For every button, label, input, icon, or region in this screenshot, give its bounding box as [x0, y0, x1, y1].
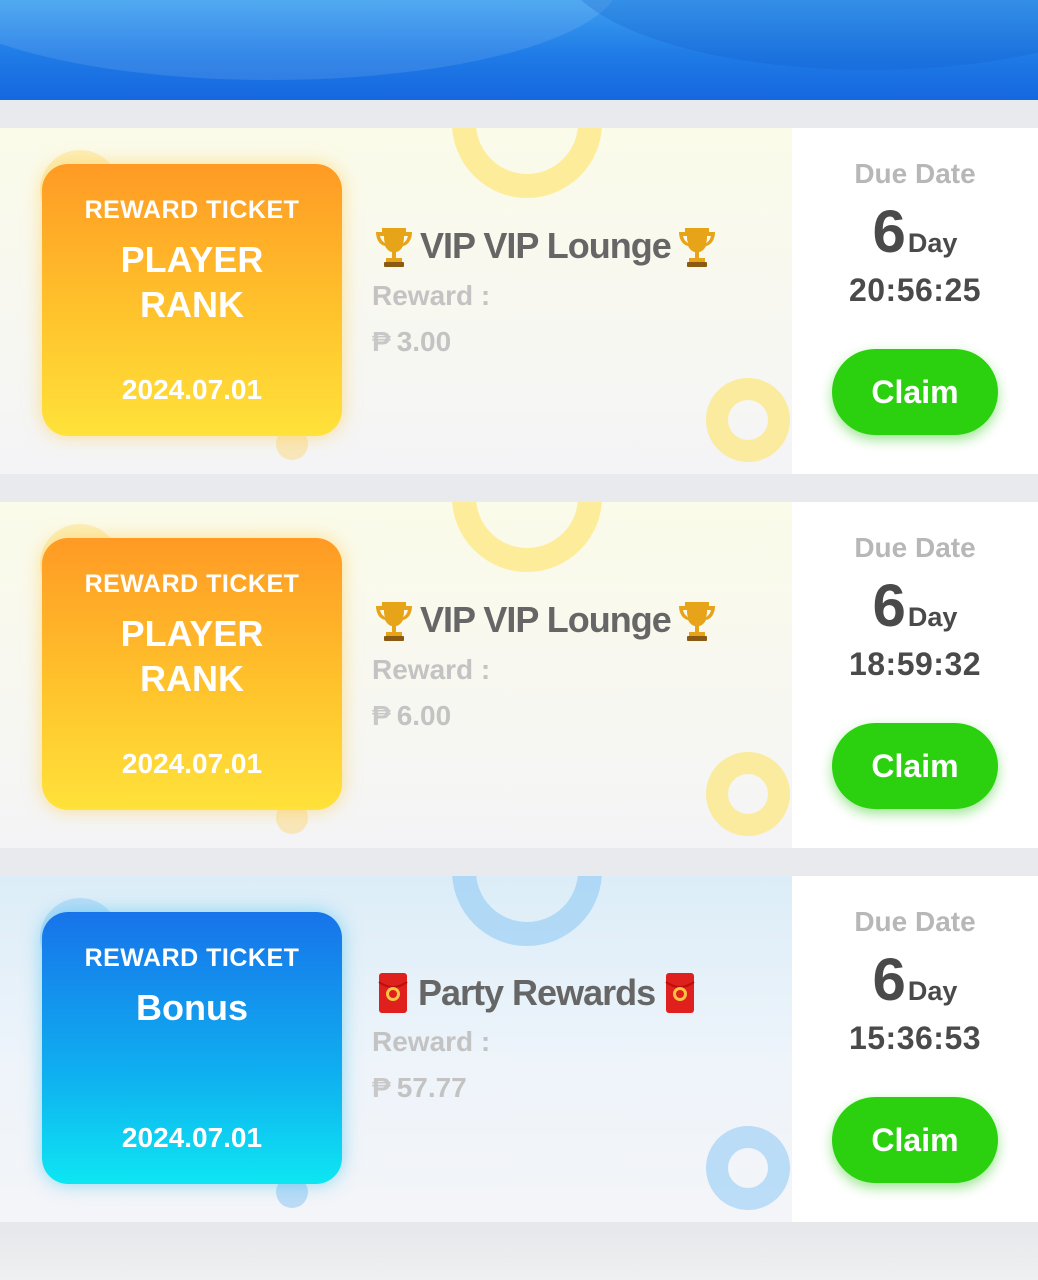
trophy-icon — [372, 598, 416, 642]
claim-button[interactable]: Claim — [832, 1097, 998, 1183]
header-wave-decoration — [0, 0, 620, 80]
bottom-spacer — [0, 1222, 1038, 1280]
ring-decoration — [706, 752, 790, 836]
peso-icon: ₱ — [372, 326, 391, 357]
due-date-label: Due Date — [854, 532, 976, 563]
ring-decoration — [706, 1126, 790, 1210]
header-wave-decoration — [560, 0, 1038, 70]
claim-button[interactable]: Claim — [832, 349, 998, 435]
days-remaining: 6 Day — [873, 202, 958, 262]
reward-card-body: REWARD TICKET Bonus 2024.07.01 Party Rew… — [0, 876, 792, 1222]
peso-icon: ₱ — [372, 700, 391, 731]
reward-title-text: VIP VIP Lounge — [420, 225, 672, 266]
ring-decoration — [452, 876, 602, 946]
due-panel: Due Date 6 Day 20:56:25 Claim — [792, 128, 1038, 474]
ticket-type: Bonus — [136, 987, 248, 1028]
reward-amount: ₱ 3.00 — [372, 326, 772, 358]
reward-title: Party Rewards — [372, 972, 772, 1014]
red-envelope-icon — [378, 972, 408, 1014]
reward-info: VIP VIP Lounge Reward : ₱ 3.00 — [372, 224, 772, 358]
reward-ticket: REWARD TICKET Bonus 2024.07.01 — [42, 912, 342, 1184]
ticket-label: REWARD TICKET — [84, 944, 300, 972]
trophy-icon — [675, 598, 719, 642]
ticket-date: 2024.07.01 — [121, 374, 263, 405]
reward-label: Reward : — [372, 654, 491, 685]
reward-amount-value: 57.77 — [396, 1072, 467, 1103]
ticket-date: 2024.07.01 — [121, 748, 263, 779]
reward-title: VIP VIP Lounge — [372, 224, 772, 268]
reward-card-body: REWARD TICKET PLAYER RANK 2024.07.01 VIP… — [0, 128, 792, 474]
header-banner — [0, 0, 1038, 100]
ticket-type: PLAYER RANK — [120, 239, 264, 325]
reward-amount: ₱ 6.00 — [372, 700, 772, 732]
due-panel: Due Date 6 Day 15:36:53 Claim — [792, 876, 1038, 1222]
days-unit: Day — [907, 602, 958, 632]
reward-label: Reward : — [372, 280, 491, 311]
ring-decoration — [452, 128, 602, 198]
ticket-label: REWARD TICKET — [84, 570, 300, 598]
days-number: 6 — [872, 946, 906, 1013]
countdown-timer: 20:56:25 — [848, 272, 982, 308]
reward-title-text: Party Rewards — [418, 972, 656, 1013]
countdown-timer: 18:59:32 — [848, 646, 982, 682]
reward-card: REWARD TICKET Bonus 2024.07.01 Party Rew… — [0, 876, 1038, 1222]
reward-card-body: REWARD TICKET PLAYER RANK 2024.07.01 VIP… — [0, 502, 792, 848]
ticket-type: PLAYER RANK — [120, 613, 264, 699]
due-date-label: Due Date — [854, 158, 976, 189]
ring-decoration — [706, 378, 790, 462]
trophy-icon — [675, 224, 719, 268]
days-unit: Day — [907, 976, 958, 1006]
reward-card: REWARD TICKET PLAYER RANK 2024.07.01 VIP… — [0, 502, 1038, 848]
reward-ticket: REWARD TICKET PLAYER RANK 2024.07.01 — [42, 164, 342, 436]
trophy-icon — [372, 224, 416, 268]
reward-amount-value: 3.00 — [396, 326, 452, 357]
days-remaining: 6 Day — [873, 950, 958, 1010]
days-remaining: 6 Day — [873, 576, 958, 636]
reward-info: Party Rewards Reward : ₱ 57.77 — [372, 972, 772, 1104]
due-panel: Due Date 6 Day 18:59:32 Claim — [792, 502, 1038, 848]
reward-amount-value: 6.00 — [396, 700, 452, 731]
reward-amount: ₱ 57.77 — [372, 1072, 772, 1104]
days-unit: Day — [907, 228, 958, 258]
reward-card: REWARD TICKET PLAYER RANK 2024.07.01 VIP… — [0, 128, 1038, 474]
reward-info: VIP VIP Lounge Reward : ₱ 6.00 — [372, 598, 772, 732]
reward-title: VIP VIP Lounge — [372, 598, 772, 642]
ring-decoration — [452, 502, 602, 572]
days-number: 6 — [872, 572, 906, 639]
claim-button[interactable]: Claim — [832, 723, 998, 809]
reward-label: Reward : — [372, 1026, 491, 1057]
countdown-timer: 15:36:53 — [848, 1020, 982, 1056]
red-envelope-icon — [665, 972, 695, 1014]
days-number: 6 — [872, 198, 906, 265]
ticket-date: 2024.07.01 — [121, 1122, 263, 1153]
ticket-label: REWARD TICKET — [84, 196, 300, 224]
peso-icon: ₱ — [372, 1072, 391, 1103]
due-date-label: Due Date — [854, 906, 976, 937]
reward-title-text: VIP VIP Lounge — [420, 599, 672, 640]
reward-ticket: REWARD TICKET PLAYER RANK 2024.07.01 — [42, 538, 342, 810]
